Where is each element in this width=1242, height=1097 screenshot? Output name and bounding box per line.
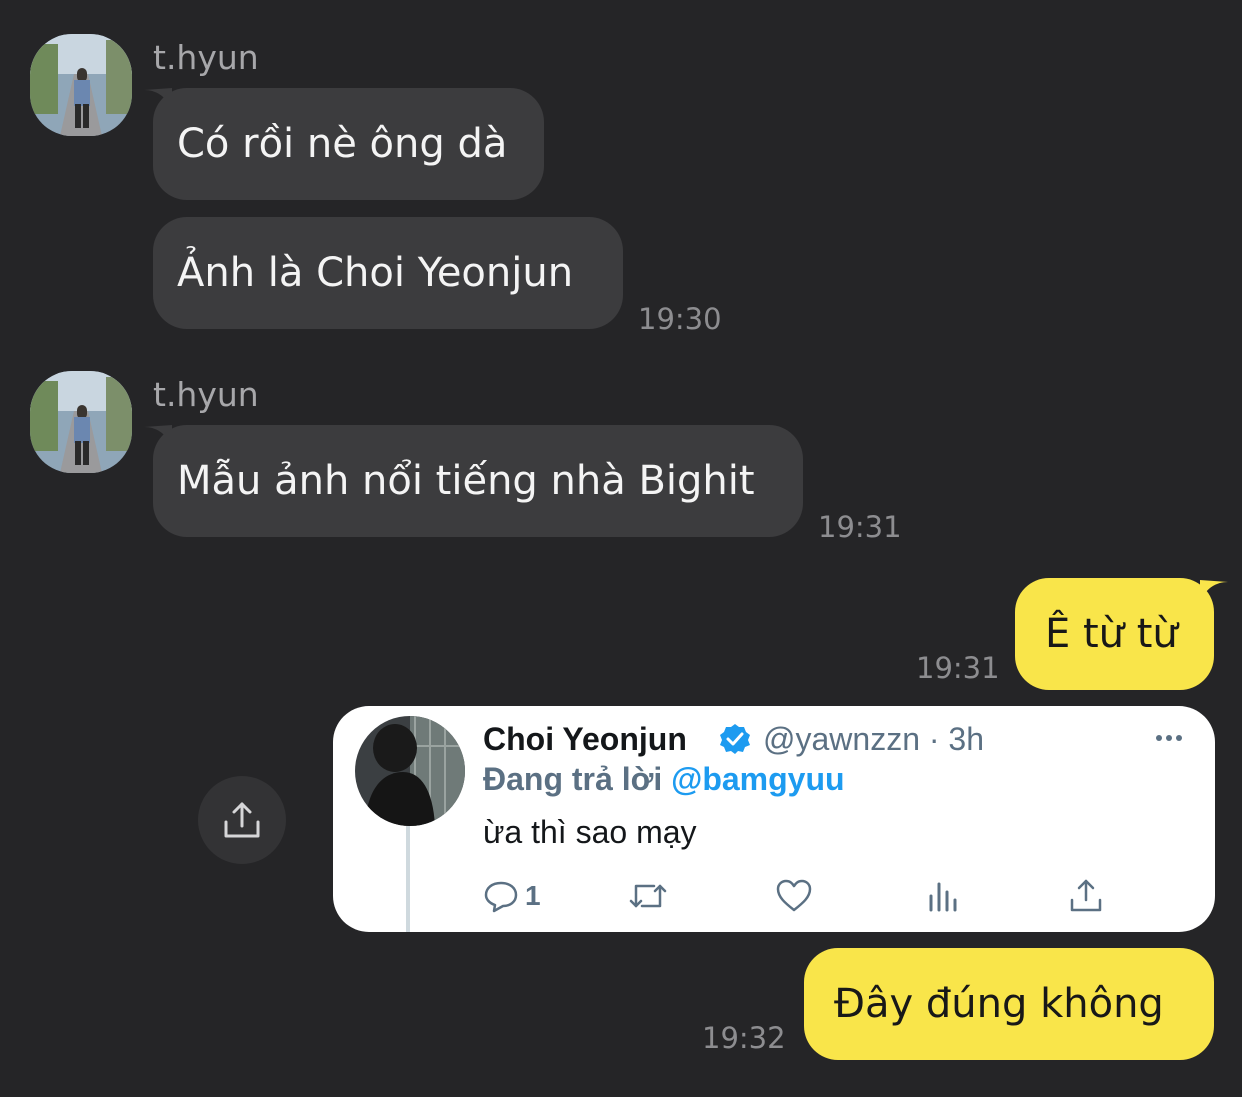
sender-avatar[interactable] — [30, 34, 132, 136]
reply-icon — [484, 881, 518, 913]
message-bubble[interactable]: Mẫu ảnh nổi tiếng nhà Bighit — [153, 425, 803, 537]
analytics-action[interactable] — [925, 876, 961, 916]
replying-to: Đang trả lời @bamgyuu — [483, 760, 845, 798]
chat-view: t.hyun Có rồi nè ông dà Ảnh là Choi Yeon… — [0, 0, 1242, 1097]
like-icon — [776, 879, 812, 912]
message-text: Mẫu ảnh nổi tiếng nhà Bighit — [177, 458, 755, 504]
share-icon — [1070, 879, 1102, 912]
message-time: 19:32 — [702, 1021, 786, 1055]
message-bubble-outgoing[interactable]: Ê từ từ — [1015, 578, 1214, 690]
message-text: Ảnh là Choi Yeonjun — [177, 250, 574, 296]
reply-mention-link[interactable]: @bamgyuu — [671, 761, 844, 797]
message-bubble[interactable]: Có rồi nè ông dà — [153, 88, 544, 200]
analytics-icon — [929, 882, 957, 912]
retweet-action[interactable] — [628, 876, 668, 916]
message-text: Ê từ từ — [1045, 611, 1178, 657]
more-options-icon[interactable] — [1151, 720, 1187, 756]
share-button[interactable] — [198, 776, 286, 864]
message-time: 19:30 — [638, 302, 722, 336]
tweet-share-action[interactable] — [1068, 876, 1104, 916]
sender-name: t.hyun — [153, 38, 259, 77]
message-text: Có rồi nè ông dà — [177, 121, 508, 167]
thread-line — [406, 826, 410, 932]
tweet-text: ừa thì sao mạy — [483, 814, 697, 850]
retweet-icon — [629, 884, 667, 908]
verified-badge-icon — [720, 724, 750, 754]
bubble-tail — [1200, 580, 1228, 602]
replying-to-label: Đang trả lời — [483, 761, 663, 797]
sender-avatar[interactable] — [30, 371, 132, 473]
message-text: Đây đúng không — [834, 981, 1164, 1027]
message-bubble[interactable]: Ảnh là Choi Yeonjun — [153, 217, 623, 329]
tweet-author-name[interactable]: Choi Yeonjun — [483, 720, 687, 758]
reply-action[interactable]: 1 — [483, 876, 541, 916]
sender-name: t.hyun — [153, 375, 259, 414]
message-time: 19:31 — [818, 510, 902, 544]
tweet-avatar[interactable] — [355, 716, 465, 826]
tweet-handle-time: @yawnzzn · 3h — [763, 721, 985, 757]
tweet-card[interactable]: Choi Yeonjun @yawnzzn · 3h Đang trả lời … — [333, 706, 1215, 932]
reply-count: 1 — [525, 880, 541, 911]
message-time: 19:31 — [916, 651, 1000, 685]
message-bubble-outgoing[interactable]: Đây đúng không — [804, 948, 1214, 1060]
like-action[interactable] — [775, 876, 813, 916]
share-icon — [224, 802, 260, 838]
